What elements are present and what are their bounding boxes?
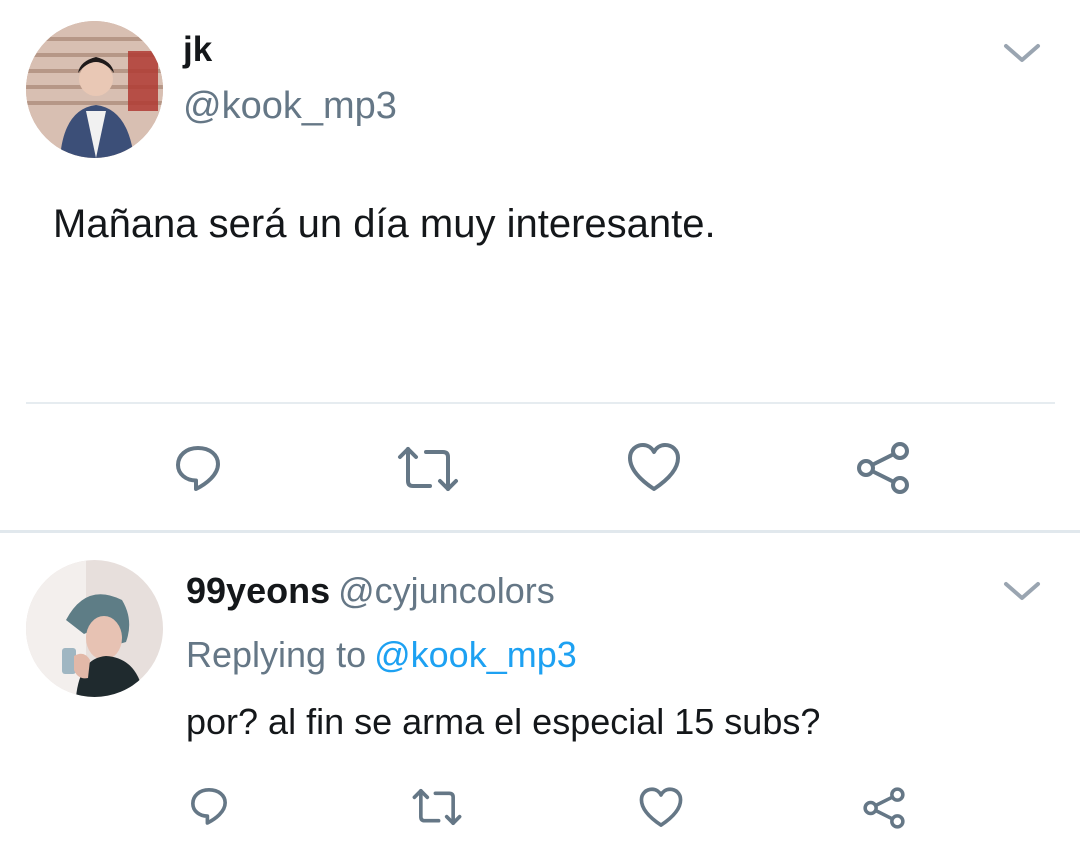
reply-text: por? al fin se arma el especial 15 subs?: [186, 701, 821, 742]
reply-button[interactable]: [168, 440, 228, 496]
reply-icon: [176, 446, 220, 491]
chevron-down-icon[interactable]: [1000, 38, 1044, 68]
retweet-icon: [412, 789, 462, 825]
avatar-photo-icon: [26, 21, 163, 158]
section-divider: [0, 530, 1080, 533]
reply-retweet-button[interactable]: [410, 786, 464, 828]
retweet-icon: [398, 447, 458, 491]
reply-author-name[interactable]: 99yeons: [186, 570, 330, 611]
author-name[interactable]: jk: [183, 30, 212, 70]
like-button[interactable]: [626, 441, 682, 495]
chevron-down-icon[interactable]: [1000, 576, 1044, 606]
share-button[interactable]: [854, 440, 912, 496]
retweet-button[interactable]: [396, 443, 460, 495]
reply-like-button[interactable]: [637, 785, 685, 831]
author-handle[interactable]: @kook_mp3: [183, 85, 397, 127]
replying-to-handle-link[interactable]: @kook_mp3: [374, 634, 577, 675]
author-avatar[interactable]: [26, 21, 163, 158]
avatar-photo-icon: [26, 560, 163, 697]
replying-to-label: Replying to: [186, 634, 367, 675]
tweet-text: Mañana será un día muy interesante.: [53, 202, 716, 246]
share-icon: [863, 787, 905, 829]
replying-to: Replying to @kook_mp3: [186, 634, 577, 676]
reply-author-handle[interactable]: @cyjuncolors: [338, 570, 555, 611]
share-icon: [857, 442, 909, 494]
like-icon: [628, 443, 680, 491]
like-icon: [639, 787, 683, 827]
reply-reply-button[interactable]: [185, 783, 233, 829]
reply-share-button[interactable]: [860, 785, 908, 831]
reply-header: 99yeons @cyjuncolors: [186, 570, 555, 612]
reply-author-avatar[interactable]: [26, 560, 163, 697]
divider: [26, 402, 1055, 404]
reply-icon: [191, 788, 227, 825]
